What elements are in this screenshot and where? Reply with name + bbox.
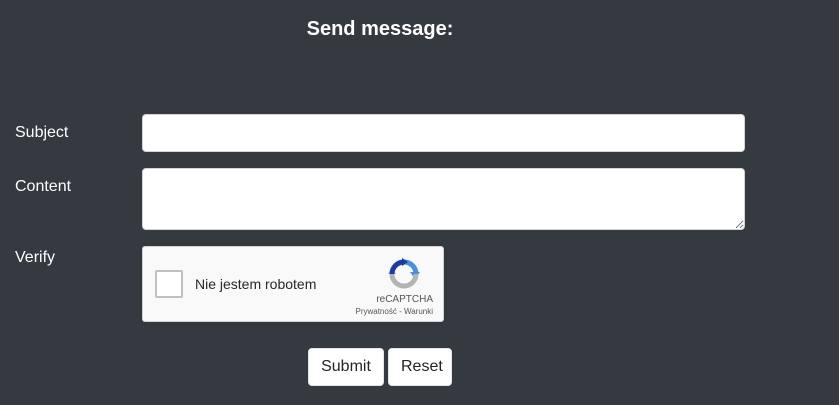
- verify-label: Verify: [15, 249, 56, 266]
- reset-button[interactable]: Reset: [388, 348, 452, 386]
- content-label: Content: [15, 178, 72, 195]
- recaptcha-checkbox[interactable]: [155, 270, 183, 298]
- recaptcha-links: Prywatność - Warunki: [335, 307, 433, 316]
- recaptcha-checkbox-label: Nie jestem robotem: [195, 276, 317, 292]
- recaptcha-terms-link[interactable]: Warunki: [404, 307, 433, 316]
- content-textarea[interactable]: [142, 168, 745, 230]
- recaptcha-brand: reCAPTCHA: [376, 294, 433, 305]
- submit-button[interactable]: Submit: [308, 348, 384, 386]
- recaptcha-link-separator: -: [396, 307, 404, 316]
- subject-input[interactable]: [142, 114, 745, 152]
- recaptcha-logo-icon: [388, 258, 420, 289]
- recaptcha-privacy-link[interactable]: Prywatność: [355, 307, 396, 316]
- subject-label: Subject: [15, 124, 69, 141]
- send-message-page: Send message: Subject Content Verify Nie…: [0, 0, 839, 405]
- page-title: Send message:: [306, 18, 454, 40]
- recaptcha-widget: Nie jestem robotem reCAPTCHA Prywatność …: [142, 246, 444, 322]
